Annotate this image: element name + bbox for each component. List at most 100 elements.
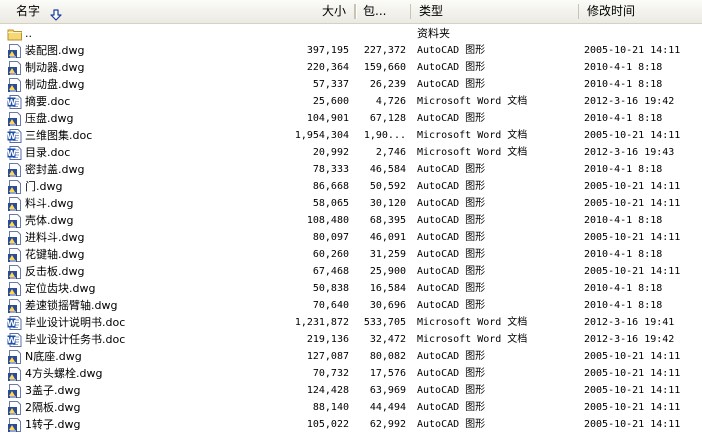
list-item[interactable]: 密封盖.dwg 78,333 46,584 AutoCAD 图形 2010-4-1 8:… — [0, 161, 702, 178]
column-modified-label: 修改时间 — [587, 4, 636, 18]
file-modified: 2005-10-21 14:11 — [584, 402, 681, 413]
file-name: 门.dwg — [25, 180, 63, 193]
file-packed-size: 533,705 — [363, 317, 406, 328]
list-item[interactable]: 花键轴.dwg 60,260 31,259 AutoCAD 图形 2010-4-1 8:… — [0, 246, 702, 263]
svg-text:W: W — [7, 336, 16, 345]
list-item[interactable]: 进料斗.dwg 80,097 46,091 AutoCAD 图形 2005-10-21 … — [0, 229, 702, 246]
file-type: AutoCAD 图形 — [417, 62, 486, 73]
list-item[interactable]: 2隔板.dwg 88,140 44,494 AutoCAD 图形 2005-10-21 … — [0, 399, 702, 416]
column-size[interactable]: 大小 — [322, 0, 346, 23]
file-modified: 2005-10-21 14:11 — [584, 419, 681, 430]
column-divider[interactable] — [355, 4, 356, 19]
file-name: 花键轴.dwg — [25, 248, 85, 261]
file-size: 220,364 — [306, 62, 349, 73]
file-packed-size: 50,592 — [369, 181, 406, 192]
dwg-file-icon — [7, 179, 23, 195]
list-item[interactable]: 反击板.dwg 67,468 25,900 AutoCAD 图形 2005-10-21 … — [0, 263, 702, 280]
file-type: AutoCAD 图形 — [417, 79, 486, 90]
file-name: 装配图.dwg — [25, 44, 85, 57]
file-type: Microsoft Word 文档 — [417, 317, 528, 328]
list-item[interactable]: 制动盘.dwg 57,337 26,239 AutoCAD 图形 2010-4-1 8:… — [0, 76, 702, 93]
file-type: AutoCAD 图形 — [417, 198, 486, 209]
file-modified: 2005-10-21 14:11 — [584, 351, 681, 362]
list-item[interactable]: 差速锁摇臂轴.dwg 70,640 30,696 AutoCAD 图形 2010-4-1… — [0, 297, 702, 314]
list-item[interactable]: 3盖子.dwg 124,428 63,969 AutoCAD 图形 2005-10-21… — [0, 382, 702, 399]
list-item[interactable]: 装配图.dwg 397,195 227,372 AutoCAD 图形 2005-10-2… — [0, 42, 702, 59]
dwg-file-icon — [7, 349, 23, 365]
file-packed-size: 31,259 — [369, 249, 406, 260]
file-type: AutoCAD 图形 — [417, 385, 486, 396]
list-item[interactable]: W 毕业设计任务书.doc 219,136 32,472 Microsoft Word … — [0, 331, 702, 348]
file-modified: 2005-10-21 14:11 — [584, 266, 681, 277]
file-packed-size: 4,726 — [375, 96, 406, 107]
file-type: AutoCAD 图形 — [417, 283, 486, 294]
file-size: 86,668 — [312, 181, 349, 192]
file-name: 密封盖.dwg — [25, 163, 85, 176]
list-item[interactable]: .. 资料夹 — [0, 25, 702, 42]
list-item[interactable]: 料斗.dwg 58,065 30,120 AutoCAD 图形 2005-10-21 1… — [0, 195, 702, 212]
dwg-file-icon — [7, 417, 23, 433]
column-name[interactable]: 名字 — [0, 0, 355, 23]
list-item[interactable]: 制动器.dwg 220,364 159,660 AutoCAD 图形 2010-4-1 … — [0, 59, 702, 76]
file-name: 制动盘.dwg — [25, 78, 85, 91]
list-item[interactable]: 壳体.dwg 108,480 68,395 AutoCAD 图形 2010-4-1 8:… — [0, 212, 702, 229]
file-name: 4方头螺栓.dwg — [25, 367, 103, 380]
file-size: 20,992 — [312, 147, 349, 158]
doc-file-icon: W — [7, 145, 23, 161]
list-item[interactable]: W 三维图集.doc 1,954,304 1,90... Microsoft Word … — [0, 127, 702, 144]
file-size: 58,065 — [312, 198, 349, 209]
column-header: 名字 大小 包... 类型 修改时间 — [0, 0, 702, 24]
list-item[interactable]: 压盘.dwg 104,901 67,128 AutoCAD 图形 2010-4-1 8:… — [0, 110, 702, 127]
file-packed-size: 80,082 — [369, 351, 406, 362]
file-size: 78,333 — [312, 164, 349, 175]
file-packed-size: 26,239 — [369, 79, 406, 90]
file-name: 壳体.dwg — [25, 214, 74, 227]
file-type: AutoCAD 图形 — [417, 266, 486, 277]
file-type: AutoCAD 图形 — [417, 232, 486, 243]
file-name: 1转子.dwg — [25, 418, 81, 431]
dwg-file-icon — [7, 162, 23, 178]
file-type: Microsoft Word 文档 — [417, 334, 528, 345]
file-modified: 2005-10-21 14:11 — [584, 198, 681, 209]
file-size: 397,195 — [306, 45, 349, 56]
column-type[interactable]: 类型 — [411, 0, 579, 23]
list-item[interactable]: W 摘要.doc 25,600 4,726 Microsoft Word 文档 2012-… — [0, 93, 702, 110]
file-type: AutoCAD 图形 — [417, 164, 486, 175]
list-item[interactable]: W 目录.doc 20,992 2,746 Microsoft Word 文档 2012-… — [0, 144, 702, 161]
file-name: 反击板.dwg — [25, 265, 85, 278]
list-item[interactable]: 1转子.dwg 105,022 62,992 AutoCAD 图形 2005-10-21… — [0, 416, 702, 433]
file-type: AutoCAD 图形 — [417, 113, 486, 124]
list-item[interactable]: 门.dwg 86,668 50,592 AutoCAD 图形 2005-10-21 14… — [0, 178, 702, 195]
list-item[interactable]: 定位齿块.dwg 50,838 16,584 AutoCAD 图形 2010-4-1 8… — [0, 280, 702, 297]
file-packed-size: 1,90... — [363, 130, 406, 141]
file-packed-size: 46,584 — [369, 164, 406, 175]
column-modified[interactable]: 修改时间 — [579, 0, 702, 23]
file-type: AutoCAD 图形 — [417, 368, 486, 379]
list-item[interactable]: N底座.dwg 127,087 80,082 AutoCAD 图形 2005-10-21… — [0, 348, 702, 365]
file-type: AutoCAD 图形 — [417, 419, 486, 430]
file-type: Microsoft Word 文档 — [417, 96, 528, 107]
file-packed-size: 44,494 — [369, 402, 406, 413]
file-type: AutoCAD 图形 — [417, 351, 486, 362]
file-modified: 2005-10-21 14:11 — [584, 181, 681, 192]
column-packed-label: 包... — [363, 4, 387, 18]
file-list[interactable]: .. 资料夹 装配图.dwg 397,195 227,372 AutoCAD 图形 2005… — [0, 25, 702, 433]
file-name: 3盖子.dwg — [25, 384, 81, 397]
file-name: 进料斗.dwg — [25, 231, 85, 244]
file-size: 105,022 — [306, 419, 349, 430]
file-size: 108,480 — [306, 215, 349, 226]
dwg-file-icon — [7, 60, 23, 76]
list-item[interactable]: W 毕业设计说明书.doc 1,231,872 533,705 Microsoft Wo… — [0, 314, 702, 331]
file-size: 57,337 — [312, 79, 349, 90]
file-name: 2隔板.dwg — [25, 401, 81, 414]
svg-text:W: W — [7, 319, 16, 328]
file-size: 127,087 — [306, 351, 349, 362]
list-item[interactable]: 4方头螺栓.dwg 70,732 17,576 AutoCAD 图形 2005-10-2… — [0, 365, 702, 382]
doc-file-icon: W — [7, 332, 23, 348]
column-packed[interactable]: 包... — [355, 0, 411, 23]
file-size: 70,732 — [312, 368, 349, 379]
file-modified: 2005-10-21 14:11 — [584, 232, 681, 243]
file-name: 制动器.dwg — [25, 61, 85, 74]
file-modified: 2012-3-16 19:43 — [584, 147, 675, 158]
file-modified: 2010-4-1 8:18 — [584, 164, 663, 175]
